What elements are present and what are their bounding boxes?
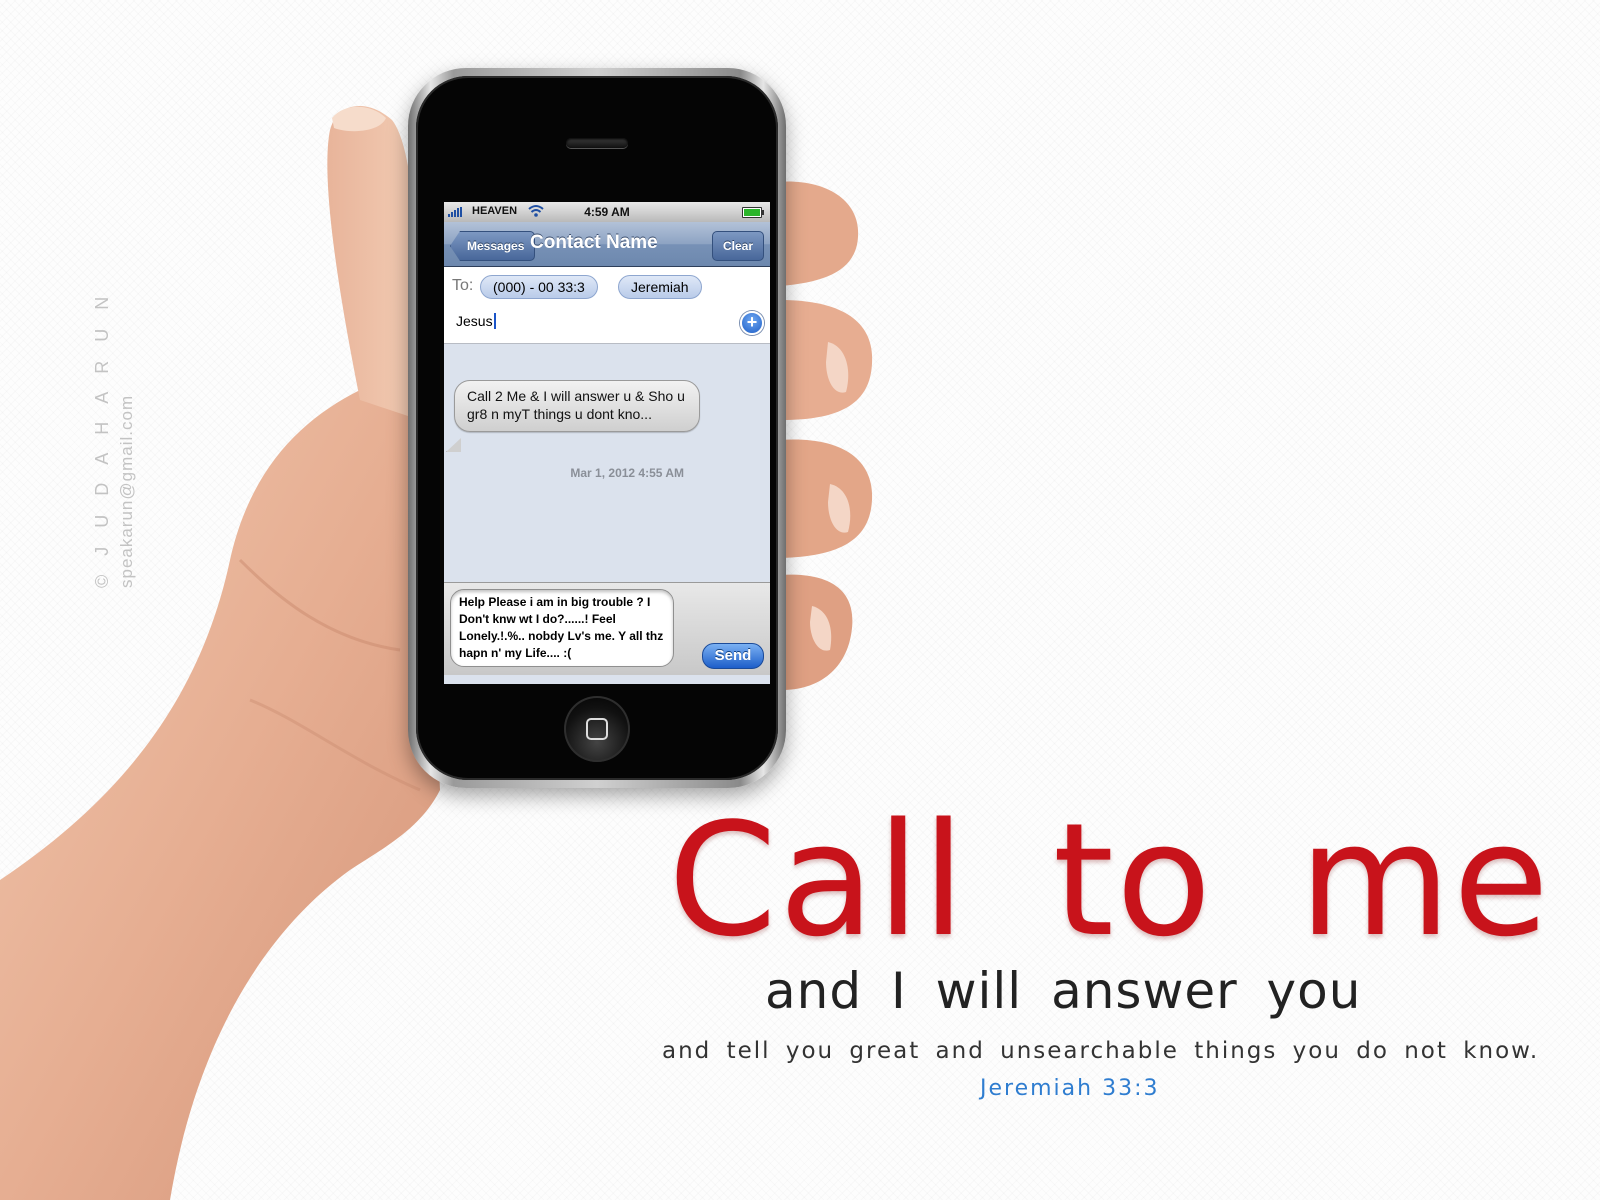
recipient-chip-number[interactable]: (000) - 00 33:3 <box>480 275 598 299</box>
tagline-unsearchable-things: and tell you great and unsearchable thin… <box>662 1038 1540 1064</box>
phone-face: HEAVEN 4:59 AM Messages Contact Name Cle… <box>416 76 778 780</box>
navigation-bar: Messages Contact Name Clear <box>444 222 770 267</box>
bubble-tail <box>446 438 461 452</box>
home-square-glyph <box>586 718 608 740</box>
watermark-name: © J U D A H A R U N <box>92 289 112 588</box>
home-button-icon[interactable] <box>564 696 630 762</box>
contact-name-title: Contact Name <box>530 232 658 253</box>
recipient-input[interactable]: Jesus <box>456 313 496 329</box>
watermark: © J U D A H A R U N speakarun@gmail.com <box>92 290 137 588</box>
recipient-area: To: (000) - 00 33:3 Jeremiah Jesus + <box>444 267 770 344</box>
recipient-input-text: Jesus <box>456 313 493 329</box>
messages-back-button[interactable]: Messages <box>450 231 536 261</box>
status-time: 4:59 AM <box>584 205 630 219</box>
send-button[interactable]: Send <box>702 643 764 669</box>
hand-illustration <box>0 106 873 1200</box>
clear-button[interactable]: Clear <box>711 231 764 261</box>
iphone-device: HEAVEN 4:59 AM Messages Contact Name Cle… <box>408 68 786 788</box>
text-caret <box>493 313 496 329</box>
earpiece-speaker <box>566 138 628 148</box>
message-timestamp: Mar 1, 2012 4:55 AM <box>570 466 684 480</box>
battery-icon <box>742 207 764 218</box>
messages-screen: HEAVEN 4:59 AM Messages Contact Name Cle… <box>444 202 770 684</box>
headline-call-to-me: Call to me <box>668 789 1551 971</box>
compose-bar: Help Please i am in big trouble ? I Don'… <box>444 582 770 675</box>
received-message-bubble: Call 2 Me & I will answer u & Sho u gr8 … <box>454 380 700 432</box>
recipient-chip-name[interactable]: Jeremiah <box>618 275 702 299</box>
watermark-email: speakarun@gmail.com <box>117 394 136 588</box>
message-compose-field[interactable]: Help Please i am in big trouble ? I Don'… <box>450 589 674 667</box>
plus-circle-icon[interactable]: + <box>740 311 764 335</box>
subline-answer: and I will answer you <box>765 962 1362 1020</box>
to-label: To: <box>452 277 474 294</box>
scripture-reference: Jeremiah 33:3 <box>980 1076 1160 1101</box>
status-bar: HEAVEN 4:59 AM <box>444 202 770 222</box>
